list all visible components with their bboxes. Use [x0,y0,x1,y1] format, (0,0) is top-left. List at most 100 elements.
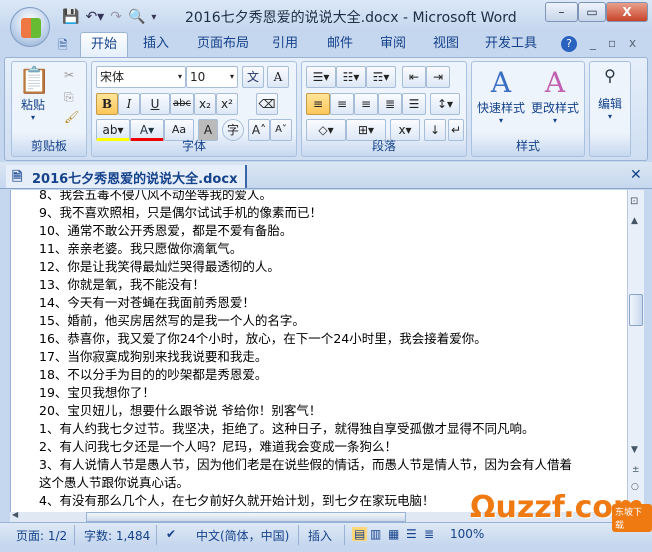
bullets-icon[interactable]: ☰▾ [306,66,336,88]
decrease-indent-icon[interactable]: ⇤ [402,66,426,88]
tab-home[interactable]: 开始 [80,32,128,58]
print-preview-icon[interactable]: 🔍 [128,9,145,25]
increase-indent-icon[interactable]: ⇥ [426,66,450,88]
line-spacing-icon[interactable]: ↕▾ [430,93,460,115]
cut-icon[interactable]: ✂ [64,68,74,82]
prev-page-icon[interactable]: ± [632,465,640,475]
window-title: 2016七夕秀恩爱的说说大全.docx - Microsoft Word [185,10,517,26]
insert-mode[interactable]: 插入 [308,527,332,544]
full-screen-reading-icon[interactable]: ▥ [370,527,381,541]
group-styles: A 快速样式 ▾ A 更改样式 ▾ 样式 [471,61,585,157]
italic-button[interactable]: I [118,93,140,115]
binoculars-icon: ⚲ [604,66,616,85]
office-logo-icon [21,18,41,38]
minimize-button[interactable]: – [545,2,578,22]
document-line: 19、宝贝我想你了！ [39,385,155,400]
document-tab-bar: 🗎 2016七夕秀恩爱的说说大全.docx ✕ [0,162,652,189]
quick-styles-button[interactable]: A 快速样式 ▾ [474,66,528,125]
ruler-toggle-icon[interactable]: ⊡ [630,196,638,207]
proofing-icon[interactable]: ✔ [166,527,176,541]
align-right-icon[interactable]: ≡ [354,93,378,115]
outline-icon[interactable]: ☰ [406,527,417,541]
clipboard-label: 剪贴板 [30,139,67,153]
web-layout-icon[interactable]: ▦ [388,527,399,541]
document-tab-label: 2016七夕秀恩爱的说说大全.docx [32,172,238,187]
tab-page-layout[interactable]: 页面布局 [190,32,256,58]
print-layout-icon[interactable]: ▤ [352,527,368,541]
superscript-button[interactable]: x² [216,93,238,115]
scroll-up-icon[interactable]: ▲ [631,216,638,226]
phonetic-guide-button[interactable]: 文 [242,66,264,88]
font-label: 字体 [181,139,206,153]
align-center-icon[interactable]: ≡ [330,93,354,115]
document-line: 18、不以分手为目的的吵架都是秀恩爱。 [39,367,268,382]
zoom-level[interactable]: 100% [450,527,484,541]
document-line: 4、有没有那么几个人，在七夕前好久就开始计划，到七夕在家玩电脑！ [39,493,435,508]
bold-button[interactable]: B [96,93,118,115]
change-styles-label: 更改样式 [530,101,579,115]
tab-references[interactable]: 引用 [265,32,305,58]
change-styles-button[interactable]: A 更改样式 ▾ [528,66,582,125]
ribbon-close-icon[interactable]: x [629,36,636,50]
language[interactable]: 中文(简体，中国) [196,527,289,544]
customize-qat-icon[interactable]: ▾ [151,12,156,23]
ribbon-restore-icon[interactable]: ▫ [608,36,616,50]
distribute-icon[interactable]: ☰ [402,93,426,115]
quick-styles-label: 快速样式 [476,101,525,115]
restore-button[interactable]: ▭ [578,2,606,22]
tab-insert[interactable]: 插入 [136,32,176,58]
document-line: 3、有人说情人节是愚人节，因为他们老是在说些假的情话，而愚人节是情人节，因为会有… [39,457,572,472]
char-border-button[interactable]: A [267,66,289,88]
group-font: 宋体 ▾ 10 ▾ 文 A B I U abc x₂ x² ⌫ ab▾ A▾ Aa … [91,61,297,157]
close-document-icon[interactable]: ✕ [630,167,642,183]
page-count[interactable]: 页面: 1/2 [16,527,67,544]
editing-button[interactable]: ⚲ 编辑 ▾ [592,66,628,121]
paste-button[interactable]: 📋 粘贴 ▾ [18,66,51,122]
scroll-thumb[interactable] [629,294,643,326]
document-line: 10、通常不敢公开秀恩爱，都是不爱有备胎。 [39,223,293,238]
change-styles-icon: A [544,66,566,99]
underline-button[interactable]: U [140,93,170,115]
document-line: 2、有人问我七夕还是一个人吗？尼玛，难道我会变成一条狗么！ [39,439,397,454]
document-line: 12、你是让我笑得最灿烂哭得最透彻的人。 [39,259,280,274]
document-line: 15、婚前，他买房居然写的是我一个人的名字。 [39,313,305,328]
scroll-down-icon[interactable]: ▼ [631,445,638,455]
multilevel-list-icon[interactable]: ☶▾ [366,66,396,88]
copy-icon[interactable]: ⎘ [64,90,74,105]
document-line: 这个愚人节跟你说真心话。 [39,475,190,490]
align-left-icon[interactable]: ≡ [306,93,330,115]
paste-icon: 📋 [18,66,51,96]
save-icon[interactable]: 💾 [62,9,79,25]
ribbon-minimize-icon[interactable]: _ [590,36,596,50]
paragraph-label: 段落 [371,139,396,153]
strikethrough-button[interactable]: abc [170,93,194,115]
office-button[interactable] [10,7,50,47]
hscroll-thumb[interactable] [86,512,406,522]
subscript-button[interactable]: x₂ [194,93,216,115]
tab-review[interactable]: 审阅 [373,32,413,58]
word-count[interactable]: 字数: 1,484 [84,527,150,544]
font-size-select[interactable]: 10 ▾ [186,66,238,88]
word-doc-icon: 🗎 [12,170,23,185]
redo-icon[interactable]: ↷ [110,9,122,25]
tab-mailings[interactable]: 邮件 [320,32,360,58]
quick-access-toolbar: 💾 ↶▾ ↷ 🔍 ▾ [52,6,156,28]
draft-icon[interactable]: ≣ [424,527,434,541]
document-line: 9、我不喜欢照相，只是偶尔试试手机的像素而已！ [39,205,322,220]
justify-icon[interactable]: ≣ [378,93,402,115]
document-line: 11、亲亲老婆。我只愿做你滴氧气。 [39,241,243,256]
clear-formatting-icon[interactable]: ⌫ [256,93,278,115]
document-page[interactable]: 8、我会五毒不侵八风不动坐等我的爱人。 9、我不喜欢照相，只是偶尔试试手机的像素而… [10,190,627,512]
vertical-scrollbar[interactable]: ⊡ ▲ ▼ ± ○ [627,190,644,522]
font-name-select[interactable]: 宋体 ▾ [96,66,186,88]
tab-view[interactable]: 视图 [426,32,466,58]
document-tab[interactable]: 🗎 2016七夕秀恩爱的说说大全.docx [6,165,248,188]
undo-icon[interactable]: ↶▾ [85,9,104,25]
tab-developer[interactable]: 开发工具 [478,32,544,58]
help-icon[interactable]: ? [561,36,577,52]
numbering-icon[interactable]: ☷▾ [336,66,366,88]
scroll-left-icon[interactable]: ◀ [12,510,18,519]
styles-label: 样式 [515,139,540,153]
format-painter-icon[interactable]: 🖌 [64,110,79,124]
close-button[interactable]: X [606,2,648,22]
